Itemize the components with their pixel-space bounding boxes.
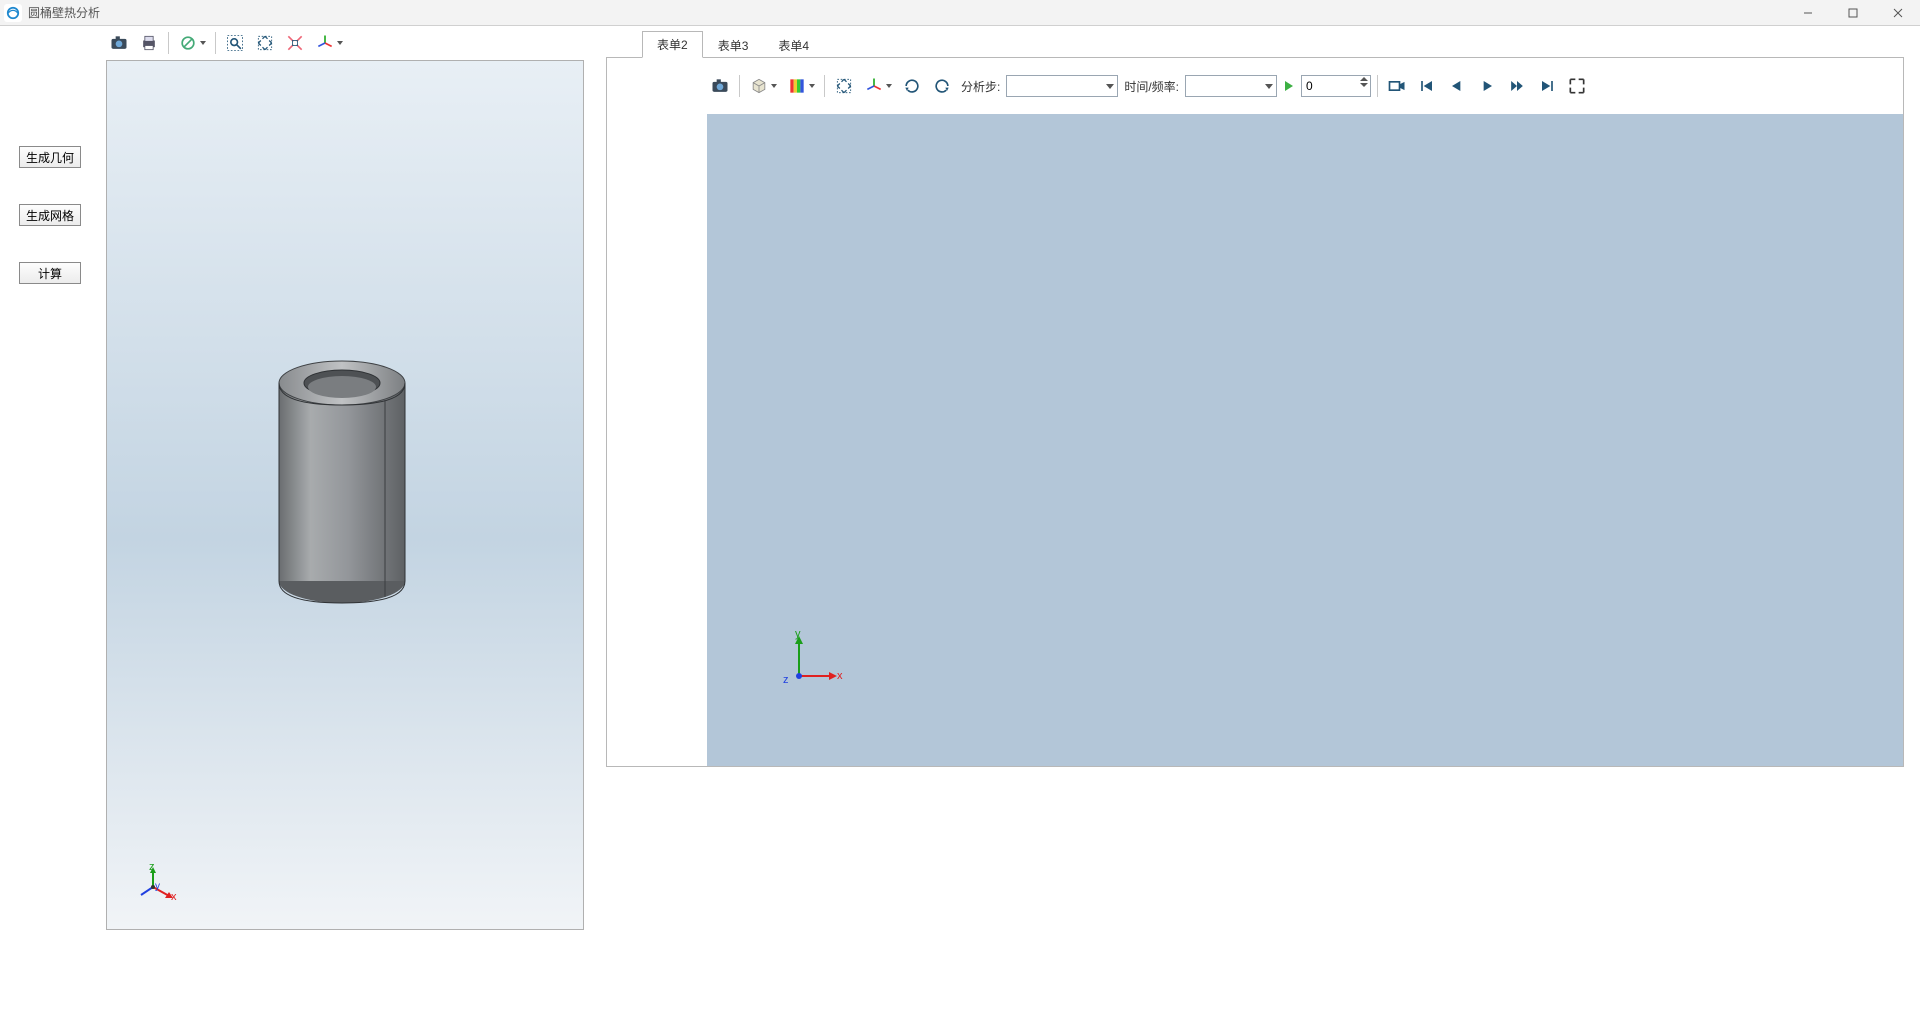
expand-icon[interactable] [1564,73,1590,99]
axes-view-icon[interactable] [312,30,346,56]
go-last-icon[interactable] [1534,73,1560,99]
analysis-step-combo[interactable] [1006,75,1118,97]
dropdown-arrow-icon [771,84,777,88]
generate-mesh-button[interactable]: 生成网格 [19,204,81,226]
zoom-selection-icon[interactable] [282,30,308,56]
rotate-cw-icon[interactable] [899,73,925,99]
play-small-icon[interactable] [1285,81,1293,91]
axes-view-icon[interactable] [861,73,895,99]
camera-icon[interactable] [106,30,132,56]
circle-slash-icon[interactable] [175,30,209,56]
dropdown-arrow-icon [886,84,892,88]
play-icon[interactable] [1474,73,1500,99]
tab-form3[interactable]: 表单3 [703,32,764,58]
zoom-extents-icon[interactable] [252,30,278,56]
dropdown-arrow-icon [200,41,206,45]
zoom-window-icon[interactable] [222,30,248,56]
tab-bar: 表单2 表单3 表单4 [606,34,1904,58]
geometry-viewport[interactable]: z x y [106,60,584,930]
action-sidebar: 生成几何 生成网格 计算 [0,26,100,1023]
zoom-extents-icon[interactable] [831,73,857,99]
right-area: 表单2 表单3 表单4 [590,26,1920,1023]
compute-button[interactable]: 计算 [19,262,81,284]
generate-geometry-button[interactable]: 生成几何 [19,146,81,168]
axis-x-label: x [171,891,177,903]
frame-value: 0 [1306,79,1313,93]
axis-z-label: z [783,674,789,686]
dropdown-arrow-icon [337,41,343,45]
record-icon[interactable] [1384,73,1410,99]
cylinder-model [277,359,407,605]
rotate-ccw-icon[interactable] [929,73,955,99]
minimize-button[interactable] [1785,0,1830,26]
fast-forward-icon[interactable] [1504,73,1530,99]
maximize-button[interactable] [1830,0,1875,26]
axis-y-label: y [155,881,160,892]
left-view-panel: z x y [100,26,590,1023]
analysis-step-label: 分析步: [961,78,1000,95]
window-title: 圆桶壁热分析 [28,4,100,21]
step-back-icon[interactable] [1444,73,1470,99]
axis-z-label: z [149,861,155,873]
axis-y-label: y [795,628,801,640]
tab-form4[interactable]: 表单4 [763,32,824,58]
axis-triad: z x y [141,867,181,907]
cube-view-icon[interactable] [746,73,780,99]
frame-stepper[interactable]: 0 [1301,75,1371,97]
close-button[interactable] [1875,0,1920,26]
right-panel: 分析步: 时间/频率: 0 [606,57,1904,767]
time-freq-label: 时间/频率: [1124,78,1179,95]
results-viewport[interactable]: y x z [707,114,1903,766]
go-first-icon[interactable] [1414,73,1440,99]
time-freq-combo[interactable] [1185,75,1277,97]
dropdown-arrow-icon [809,84,815,88]
left-toolbar [100,28,590,58]
color-map-icon[interactable] [784,73,818,99]
app-icon [4,4,22,22]
tab-form2[interactable]: 表单2 [642,31,703,58]
print-icon[interactable] [136,30,162,56]
title-bar: 圆桶壁热分析 [0,0,1920,26]
right-toolbar: 分析步: 时间/频率: 0 [607,58,1903,114]
camera-icon[interactable] [707,73,733,99]
axis-triad: y x z [781,632,841,692]
axis-x-label: x [837,670,843,682]
